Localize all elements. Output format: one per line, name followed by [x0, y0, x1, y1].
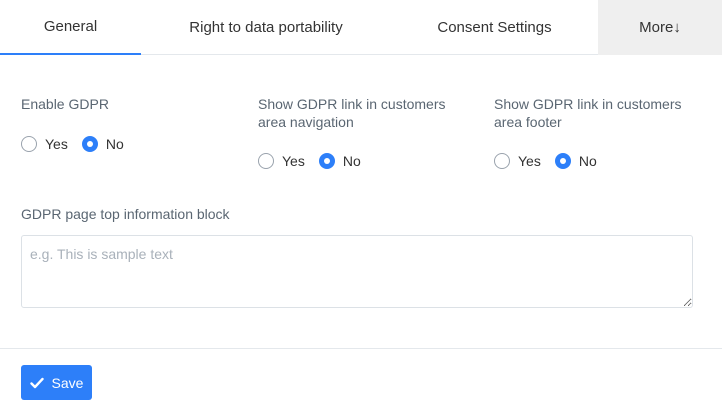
show-link-footer-no-radio[interactable] — [554, 153, 571, 169]
show-link-nav-no-radio[interactable] — [318, 153, 335, 169]
show-link-footer-radio-group: Yes No — [494, 153, 611, 169]
tab-general[interactable]: General — [0, 0, 141, 55]
tab-data-portability-label: Right to data portability — [189, 19, 343, 36]
enable-gdpr-no-radio[interactable] — [81, 136, 98, 152]
tab-more[interactable]: More↓ — [598, 0, 722, 55]
show-link-nav-no-label: No — [342, 153, 361, 169]
top-info-block-textarea[interactable] — [21, 235, 693, 308]
show-link-footer-yes-radio[interactable] — [494, 153, 510, 169]
check-icon — [29, 377, 44, 388]
show-link-nav-radio-group: Yes No — [258, 153, 375, 169]
tab-more-label: More↓ — [639, 19, 681, 36]
show-link-footer-no-option[interactable]: No — [554, 153, 597, 169]
enable-gdpr-radio-group: Yes No — [21, 136, 138, 152]
save-button-label: Save — [51, 374, 84, 391]
tab-consent-settings[interactable]: Consent Settings — [391, 0, 598, 55]
show-link-footer-label: Show GDPR link in customers area footer — [494, 96, 682, 130]
enable-gdpr-yes-label: Yes — [45, 136, 68, 152]
enable-gdpr-label: Enable GDPR — [21, 96, 109, 112]
show-link-footer-no-label: No — [578, 153, 597, 169]
footer-divider — [0, 348, 722, 349]
show-link-nav-label: Show GDPR link in customers area navigat… — [258, 96, 446, 130]
save-button[interactable]: Save — [21, 365, 92, 400]
enable-gdpr-yes-option[interactable]: Yes — [21, 136, 68, 152]
show-link-nav-yes-radio[interactable] — [258, 153, 274, 169]
show-link-nav-yes-option[interactable]: Yes — [258, 153, 305, 169]
tab-general-label: General — [43, 18, 98, 35]
enable-gdpr-no-option[interactable]: No — [81, 136, 124, 152]
show-link-nav-yes-label: Yes — [282, 153, 305, 169]
show-link-nav-no-option[interactable]: No — [318, 153, 361, 169]
tab-bar: General Right to data portability Consen… — [0, 0, 722, 55]
tab-consent-settings-label: Consent Settings — [437, 19, 552, 36]
top-info-block-label: GDPR page top information block — [21, 206, 230, 222]
tab-data-portability[interactable]: Right to data portability — [141, 0, 391, 55]
enable-gdpr-no-label: No — [105, 136, 124, 152]
show-link-footer-yes-label: Yes — [518, 153, 541, 169]
enable-gdpr-yes-radio[interactable] — [21, 136, 37, 152]
show-link-footer-yes-option[interactable]: Yes — [494, 153, 541, 169]
